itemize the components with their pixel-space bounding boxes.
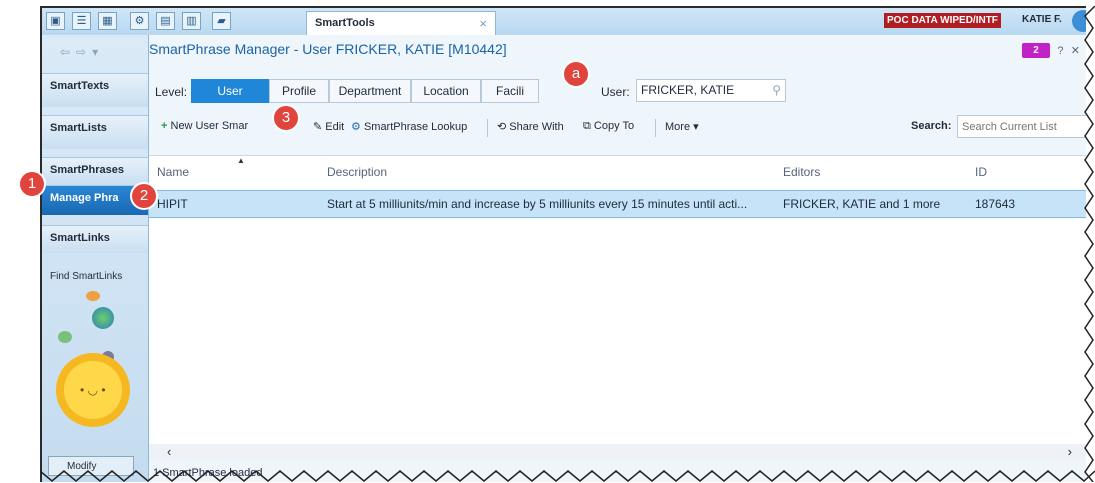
callout-2: 2 (132, 184, 156, 208)
tree-icon[interactable]: ⚙ (130, 12, 149, 30)
column-header-name[interactable]: Name (157, 165, 189, 179)
torn-edge-bottom (40, 470, 1095, 482)
scroll-right-icon[interactable]: › (1068, 444, 1072, 459)
sun-face-icon: • ◡ • (80, 383, 106, 397)
help-icon[interactable]: ? (1057, 45, 1063, 57)
smartphrase-lookup-button[interactable]: ⚙ SmartPhrase Lookup (351, 120, 467, 133)
toolbar-divider (655, 119, 656, 137)
lookup-label: SmartPhrase Lookup (363, 121, 468, 133)
plus-icon: + (161, 120, 168, 132)
globe-icon (92, 307, 114, 329)
folder-icon[interactable]: ▰ (212, 12, 231, 30)
more-label: More (665, 121, 691, 133)
callout-1: 1 (20, 172, 44, 196)
list-icon[interactable]: ☰ (72, 12, 91, 30)
lookup-icon: ⚙ (351, 121, 361, 133)
share-label: Share With (509, 121, 564, 133)
environment-badge: POC DATA WIPED/INTF (884, 13, 1001, 28)
new-label: New User Smar (170, 120, 249, 132)
close-icon[interactable]: × (479, 16, 487, 31)
edit-label: Edit (325, 121, 345, 133)
sidebar: ⇦⇨▾ SmartTexts SmartLists SmartPhrases M… (42, 35, 149, 482)
cell-editors: FRICKER, KATIE and 1 more (783, 197, 941, 211)
smartphrase-table: ▲ Name Description Editors ID HIPIT Star… (149, 155, 1086, 460)
chevron-down-icon: ▾ (693, 121, 699, 133)
decorative-orb (86, 291, 100, 301)
user-name[interactable]: KATIE F. (1022, 14, 1062, 25)
user-field-label: User: (601, 85, 630, 99)
cell-description: Start at 5 milliunits/min and increase b… (327, 197, 748, 211)
sort-icon: ▲ (237, 156, 245, 165)
level-user-button[interactable]: User (191, 79, 269, 103)
level-profile-button[interactable]: Profile (269, 79, 329, 103)
tab-smarttools[interactable]: SmartTools × (306, 11, 496, 35)
calendar-icon[interactable]: ▦ (98, 12, 117, 30)
user-field[interactable]: FRICKER, KATIE ⚲ (636, 79, 786, 102)
header-actions: 2 ? ✕ (1021, 43, 1080, 59)
share-with-button[interactable]: ⟲ Share With (497, 120, 564, 133)
toolbar-divider (487, 119, 488, 137)
sidebar-item-smarttexts[interactable]: SmartTexts (42, 73, 148, 107)
notification-badge[interactable]: 2 (1021, 43, 1050, 59)
column-header-id[interactable]: ID (975, 165, 987, 179)
search-label: Search: (911, 120, 952, 132)
close-panel-icon[interactable]: ✕ (1071, 44, 1080, 57)
nav-arrows[interactable]: ⇦⇨▾ (60, 45, 104, 59)
callout-a: a (564, 62, 588, 86)
level-location-button[interactable]: Location (411, 79, 481, 103)
cell-id: 187643 (975, 197, 1016, 211)
more-button[interactable]: More ▾ (665, 120, 699, 133)
scroll-left-icon[interactable]: ‹ (167, 444, 171, 459)
top-toolbar: ▣ ☰ ▦ ⚙ ▤ ▥ ▰ SmartTools × POC DATA WIPE… (42, 8, 1086, 36)
sidebar-item-label: SmartLists (50, 122, 107, 134)
main-panel: SmartPhrase Manager - User FRICKER, KATI… (149, 35, 1086, 482)
decorative-orb (58, 331, 72, 343)
sidebar-item-label: SmartLinks (50, 232, 110, 244)
window-icon[interactable]: ▣ (46, 12, 65, 30)
sidebar-item-smartlinks[interactable]: SmartLinks (42, 225, 148, 253)
level-label: Level: (155, 85, 188, 99)
tab-label: SmartTools (315, 17, 375, 29)
level-facility-button[interactable]: Facili (481, 79, 539, 103)
pencil-icon: ✎ (313, 121, 323, 133)
torn-edge-right (1084, 6, 1095, 482)
schedule-icon[interactable]: ▥ (182, 12, 201, 30)
edit-button[interactable]: ✎ Edit (313, 120, 344, 133)
column-header-editors[interactable]: Editors (783, 165, 820, 179)
sidebar-item-smartlists[interactable]: SmartLists (42, 115, 148, 149)
copy-to-button[interactable]: ⧉ Copy To (583, 120, 634, 133)
sidebar-item-smartphrases[interactable]: SmartPhrases (42, 157, 148, 185)
user-field-value: FRICKER, KATIE (641, 83, 735, 97)
share-icon: ⟲ (497, 121, 507, 133)
sidebar-item-label: SmartTexts (50, 80, 110, 92)
find-smartlinks-link[interactable]: Find SmartLinks (50, 271, 122, 282)
level-department-button[interactable]: Department (329, 79, 411, 103)
page-title: SmartPhrase Manager - User FRICKER, KATI… (149, 41, 507, 57)
app-window: ▣ ☰ ▦ ⚙ ▤ ▥ ▰ SmartTools × POC DATA WIPE… (40, 6, 1086, 482)
sidebar-item-label: Manage Phra (50, 192, 119, 204)
sun-illustration: • ◡ • (56, 353, 130, 427)
search-icon[interactable]: ⚲ (772, 80, 781, 101)
copy-icon: ⧉ (583, 120, 591, 132)
callout-3: 3 (274, 106, 298, 130)
column-header-description[interactable]: Description (327, 165, 387, 179)
copy-label: Copy To (593, 120, 635, 132)
sidebar-item-label: SmartPhrases (50, 164, 124, 176)
horizontal-scrollbar[interactable]: ‹ › (149, 444, 1086, 460)
grid-icon[interactable]: ▤ (156, 12, 175, 30)
new-user-smartphrase-button[interactable]: + New User Smar (161, 120, 248, 132)
cell-name: HIPIT (157, 197, 188, 211)
table-row[interactable]: HIPIT Start at 5 milliunits/min and incr… (149, 190, 1086, 218)
search-input[interactable] (957, 115, 1086, 138)
